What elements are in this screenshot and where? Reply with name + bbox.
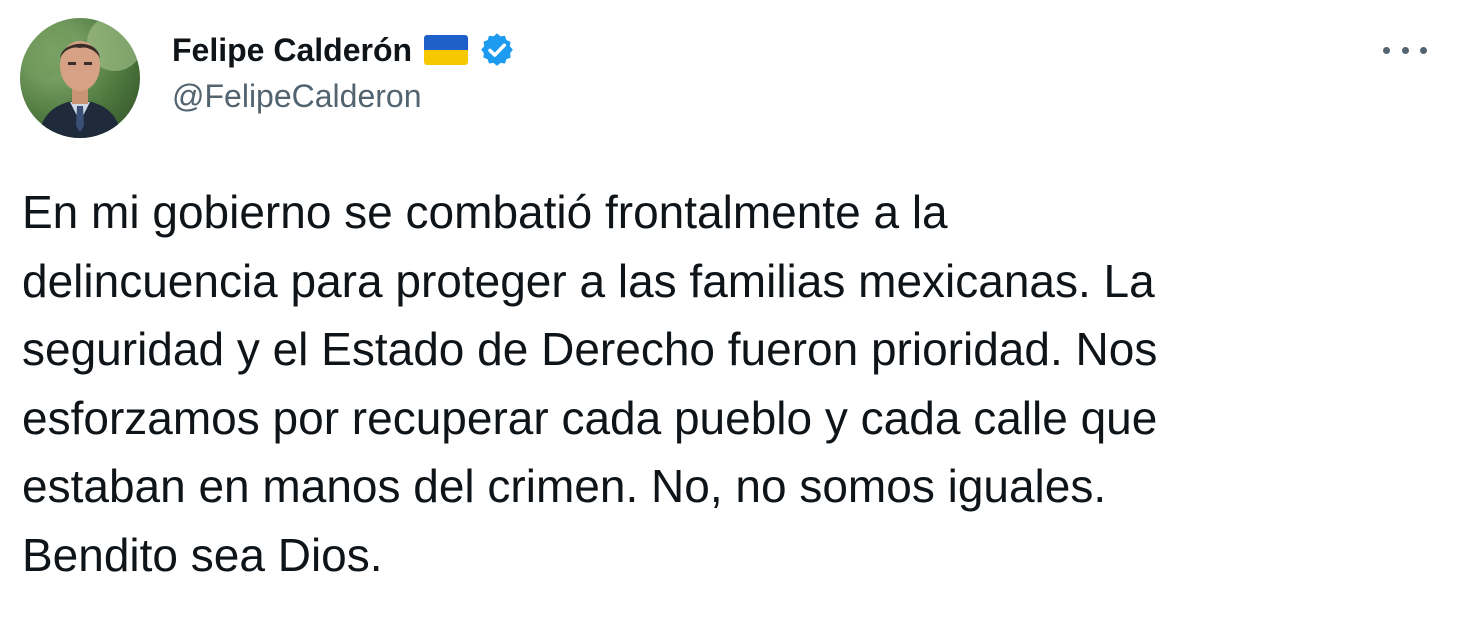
ukraine-flag-icon <box>424 35 469 65</box>
tweet-card: Felipe Calderón @FelipeCalderon En mi go… <box>0 0 1471 620</box>
more-options-icon[interactable] <box>1383 38 1427 62</box>
tweet-text: En mi gobierno se combatió frontalmente … <box>22 186 1158 581</box>
name-row: Felipe Calderón <box>172 28 516 72</box>
verified-badge-icon <box>478 31 516 69</box>
tweet-header: Felipe Calderón @FelipeCalderon <box>20 18 1441 138</box>
avatar[interactable] <box>20 18 140 138</box>
author-identity: Felipe Calderón @FelipeCalderon <box>172 28 516 115</box>
author-name[interactable]: Felipe Calderón <box>172 32 412 69</box>
author-handle[interactable]: @FelipeCalderon <box>172 78 516 115</box>
